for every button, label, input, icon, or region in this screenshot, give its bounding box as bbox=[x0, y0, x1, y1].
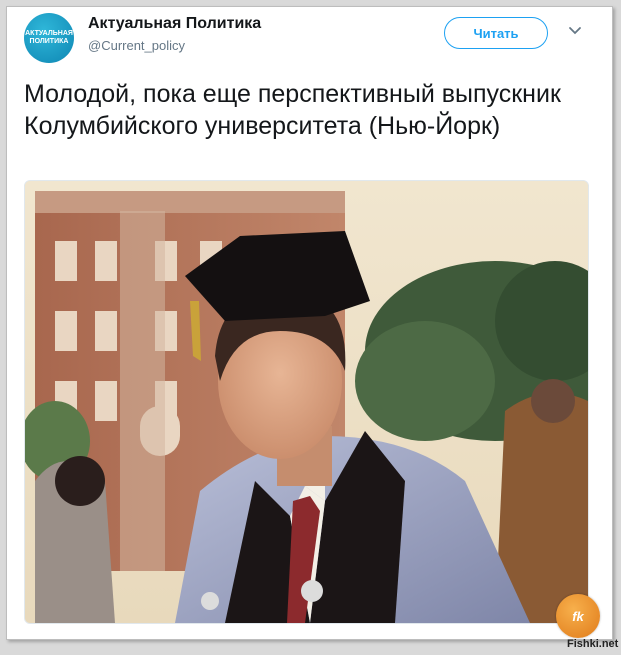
avatar-text-line2: ПОЛИТИКА bbox=[29, 38, 69, 45]
tweet-photo[interactable] bbox=[24, 180, 589, 624]
photo-image bbox=[25, 181, 588, 623]
chevron-down-icon[interactable] bbox=[568, 24, 582, 38]
fishki-logo-badge: fk bbox=[556, 594, 600, 638]
tweet-text: Молодой, пока еще перспективный выпускни… bbox=[24, 80, 561, 140]
avatar-text-line1: АКТУАЛЬНАЯ bbox=[25, 30, 73, 37]
watermark-site: Fishki.net bbox=[567, 638, 619, 650]
display-name[interactable]: Актуальная Политика bbox=[88, 15, 261, 33]
user-handle[interactable]: @Current_policy bbox=[88, 38, 185, 53]
follow-button[interactable]: Читать bbox=[444, 17, 548, 49]
avatar[interactable]: АКТУАЛЬНАЯ ПОЛИТИКА bbox=[24, 13, 74, 63]
